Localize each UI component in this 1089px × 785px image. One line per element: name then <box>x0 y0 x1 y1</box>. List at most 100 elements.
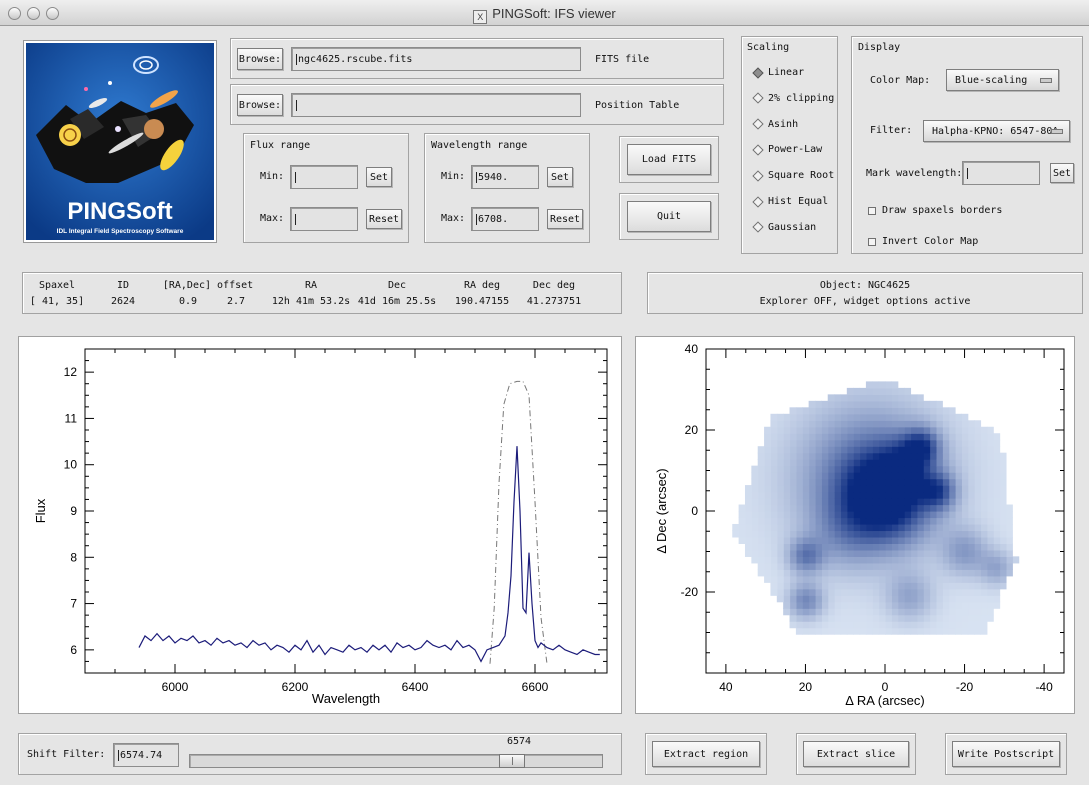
spaxel-cell <box>764 439 772 447</box>
scaling-option-2-clipping[interactable]: 2% clipping <box>752 92 834 104</box>
invert-color-map-checkbox[interactable]: Invert Color Map <box>868 236 978 247</box>
spaxel-cell <box>783 549 791 557</box>
spaxel-cell <box>853 627 861 635</box>
spaxel-cell <box>974 582 982 590</box>
spaxel-cell <box>878 381 886 389</box>
spaxel-cell <box>764 562 772 570</box>
spaxel-cell <box>993 498 1001 506</box>
spaxel-cell <box>827 472 835 480</box>
spaxel-cell <box>980 582 988 590</box>
spaxel-cell <box>878 530 886 538</box>
spaxel-cell <box>795 452 803 460</box>
scaling-option-asinh[interactable]: Asinh <box>752 118 798 130</box>
slider-thumb[interactable] <box>499 754 525 768</box>
spaxel-cell <box>744 549 752 557</box>
spaxel-cell <box>776 595 784 603</box>
spaxel-cell <box>948 485 956 493</box>
spaxel-cell <box>821 575 829 583</box>
spaxel-cell <box>840 472 848 480</box>
spaxel-cell <box>974 433 982 441</box>
spaxel-cell <box>853 556 861 564</box>
mark-wavelength-input[interactable] <box>962 161 1040 185</box>
spaxel-cell <box>827 446 835 454</box>
spaxel-cell <box>776 498 784 506</box>
scaling-option-power-law[interactable]: Power-Law <box>752 144 822 156</box>
spaxel-cell <box>942 439 950 447</box>
shift-filter-input[interactable]: 6574.74 <box>113 743 179 767</box>
spaxel-cell <box>764 478 772 486</box>
spaxel-cell <box>929 426 937 434</box>
spaxel-cell <box>967 465 975 473</box>
scaling-option-hist-equal[interactable]: Hist Equal <box>752 195 828 208</box>
write-postscript-button[interactable]: Write Postscript <box>952 741 1060 767</box>
spectrum-plot-panel[interactable]: 6000 6200 6400 6600 6 7 8 9 10 11 12 Wavelength Flux <box>18 336 622 714</box>
spaxel-cell <box>910 452 918 460</box>
spaxel-cell <box>853 413 861 421</box>
spaxel-cell <box>910 608 918 616</box>
scaling-option-gaussian[interactable]: Gaussian <box>752 221 816 233</box>
mark-set-button[interactable]: Set <box>1050 163 1074 183</box>
spaxel-cell <box>885 413 892 421</box>
spaxel-cell <box>757 452 765 460</box>
spaxel-cell <box>821 608 829 616</box>
spaxel-cell <box>789 472 797 480</box>
spaxel-cell <box>974 452 982 460</box>
spaxel-cell <box>808 608 816 616</box>
spaxel-cell <box>744 536 752 544</box>
fits-file-input[interactable]: ngc4625.rscube.fits <box>291 47 581 71</box>
spaxel-cell <box>808 543 816 551</box>
spaxel-cell <box>961 465 969 473</box>
spaxel-cell <box>764 472 772 480</box>
spaxel-cell <box>764 549 772 557</box>
spaxel-cell <box>897 549 905 557</box>
logo-brand: PINGSoft <box>67 198 172 225</box>
color-map-dropdown[interactable]: Blue-scaling <box>946 69 1059 91</box>
spaxel-cell <box>751 478 759 486</box>
load-fits-button[interactable]: Load FITS <box>627 144 711 175</box>
spaxel-cell <box>821 504 829 512</box>
flux-max-input[interactable] <box>290 207 358 231</box>
text-caret <box>295 213 296 225</box>
spaxel-cell <box>814 478 822 486</box>
spaxel-cell <box>802 478 810 486</box>
wavelength-reset-button[interactable]: Reset <box>547 209 583 229</box>
spaxel-cell <box>770 517 778 525</box>
wavelength-set-button[interactable]: Set <box>547 167 573 187</box>
quit-button[interactable]: Quit <box>627 201 711 232</box>
spaxel-cell <box>1005 549 1013 557</box>
filter-dropdown[interactable]: Halpha-KPNO: 6547-80A <box>923 120 1070 142</box>
spaxel-cell <box>885 446 892 454</box>
flux-set-button[interactable]: Set <box>366 167 392 187</box>
flux-min-input[interactable] <box>290 165 358 189</box>
spaxel-cell <box>865 407 873 415</box>
spaxel-cell <box>859 543 867 551</box>
spaxel-cell <box>744 543 752 551</box>
wavelength-min-input[interactable]: 5940. <box>471 165 539 189</box>
wavelength-max-input[interactable]: 6708. <box>471 207 539 231</box>
spaxel-cell <box>904 582 912 590</box>
spaxel-cell <box>795 595 803 603</box>
spaxel-cell <box>935 588 943 596</box>
extract-region-button[interactable]: Extract region <box>652 741 760 767</box>
position-table-input[interactable] <box>291 93 581 117</box>
spaxel-map-chart[interactable]: 40 20 0 -20 -4040200-20Δ RA (arcsec)Δ Dec (a… <box>636 337 1074 713</box>
map-plot-panel[interactable]: 40 20 0 -20 -40 40 20 0 -20 Δ RA (arcsec) Δ Dec (a… <box>635 336 1075 714</box>
spaxel-cell <box>853 575 861 583</box>
draw-borders-checkbox[interactable]: Draw spaxels borders <box>868 205 1002 216</box>
browse-position-button[interactable]: Browse: <box>237 94 283 116</box>
spaxel-cell <box>885 536 892 544</box>
spaxel-cell <box>935 433 943 441</box>
extract-slice-button[interactable]: Extract slice <box>803 741 909 767</box>
spaxel-cell <box>897 543 905 551</box>
flux-reset-button[interactable]: Reset <box>366 209 402 229</box>
scaling-option-square-root[interactable]: Square Root <box>752 170 834 182</box>
spaxel-cell <box>916 439 924 447</box>
spaxel-cell <box>802 627 810 635</box>
spaxel-cell <box>955 582 962 590</box>
browse-fits-button[interactable]: Browse: <box>237 48 283 70</box>
spaxel-cell <box>986 491 994 499</box>
spaxel-cell <box>776 478 784 486</box>
spectrum-chart[interactable]: 6000 6200 6400 66006789101112WavelengthFlux <box>19 337 621 713</box>
scaling-option-linear[interactable]: Linear <box>752 66 804 79</box>
shift-filter-slider[interactable] <box>189 754 603 768</box>
